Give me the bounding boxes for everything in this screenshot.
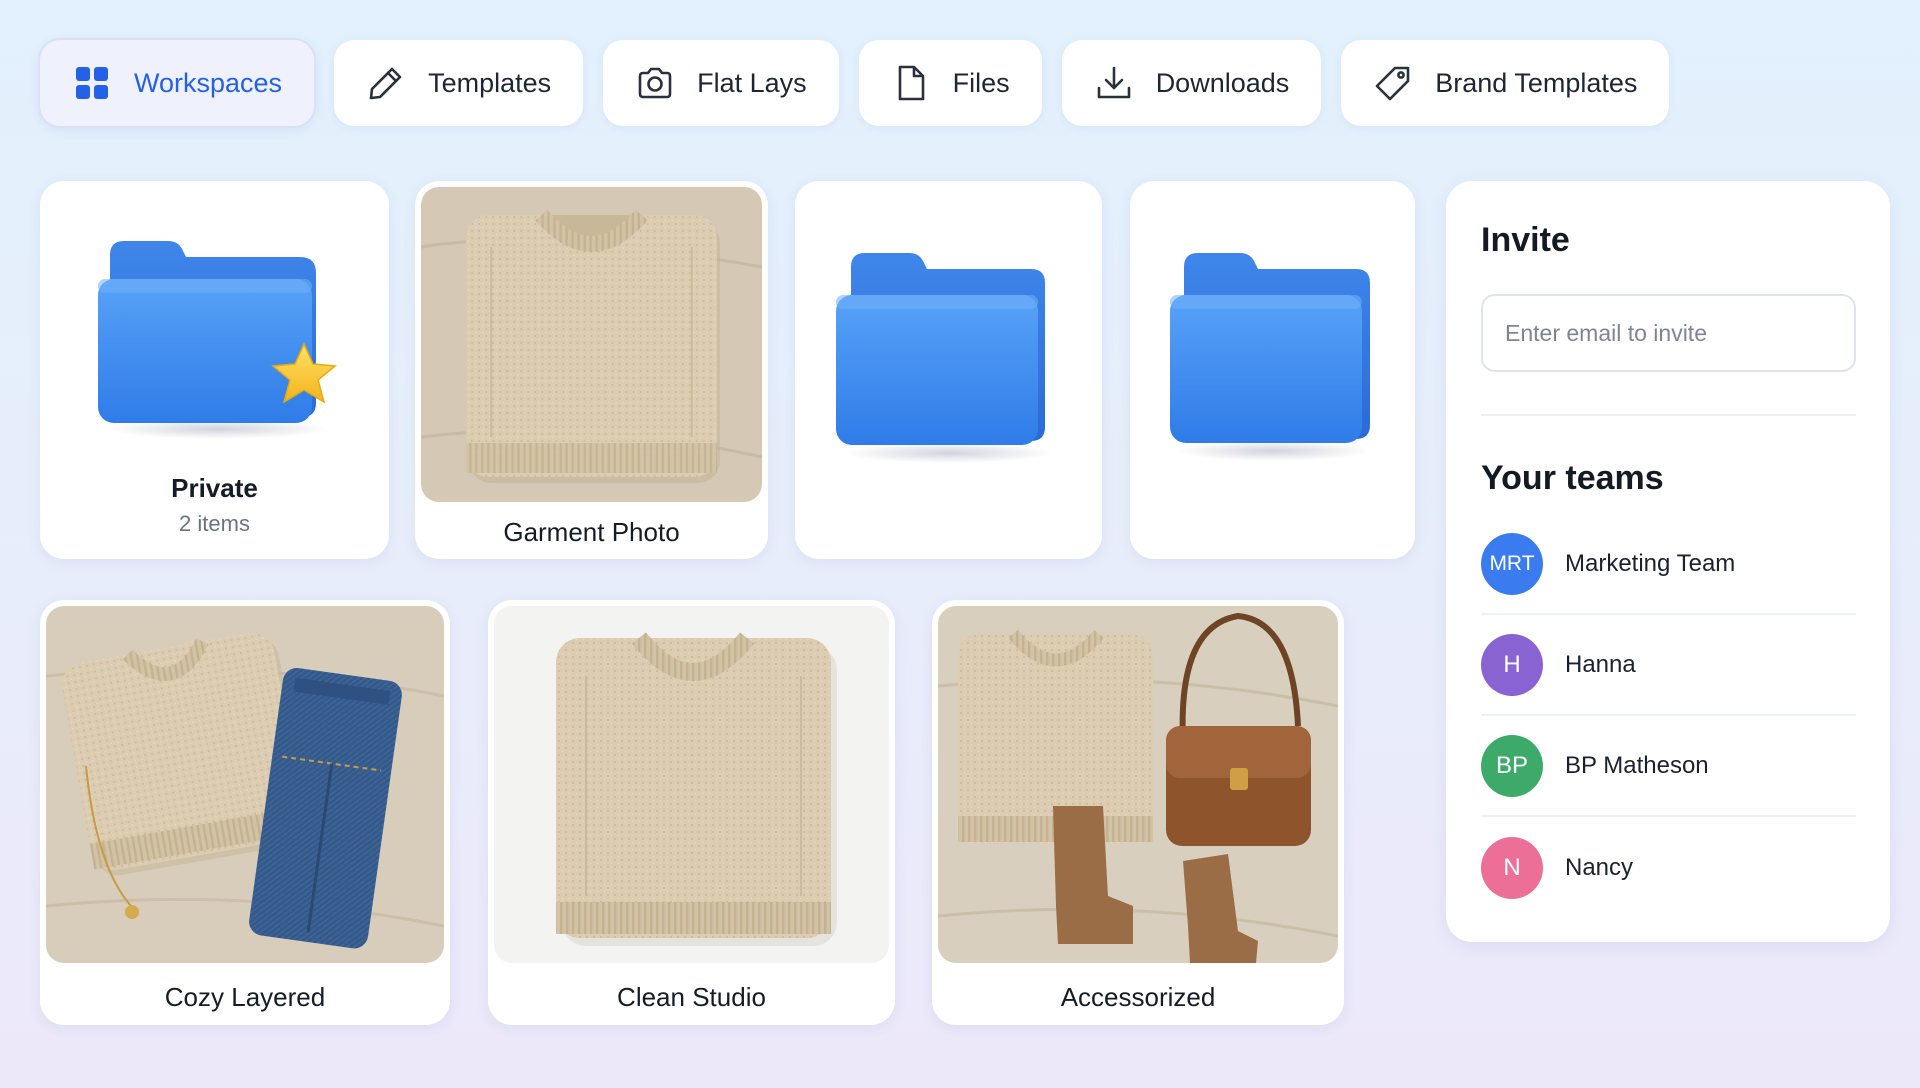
download-icon <box>1094 63 1134 103</box>
sweater-jeans-photo <box>46 606 444 963</box>
tab-files[interactable]: Files <box>858 40 1042 126</box>
invite-title: Invite <box>1481 221 1570 259</box>
team-item-hanna[interactable]: H Hanna <box>1481 615 1856 716</box>
photo-label: Clean Studio <box>617 982 766 1012</box>
team-item-bp-matheson[interactable]: BP BP Matheson <box>1481 716 1856 817</box>
folder-item-count: 2 items <box>179 511 250 536</box>
tag-icon <box>1373 63 1413 103</box>
avatar-initials: N <box>1503 853 1521 881</box>
folder-icon <box>1166 243 1380 463</box>
tab-label: Workspaces <box>134 67 283 98</box>
photo-card-garment-photo[interactable]: Garment Photo <box>415 181 768 559</box>
tab-flat-lays[interactable]: Flat Lays <box>603 40 839 126</box>
photo-card-accessorized[interactable]: Accessorized <box>932 600 1344 1025</box>
tab-label: Flat Lays <box>697 67 807 98</box>
tab-downloads[interactable]: Downloads <box>1061 40 1322 126</box>
folder-card[interactable] <box>1130 181 1415 559</box>
avatar: BP <box>1481 734 1543 797</box>
tab-label: Brand Templates <box>1435 67 1638 98</box>
team-name: Nancy <box>1565 853 1634 881</box>
folder-icon <box>831 243 1067 465</box>
photo-card-cozy-layered[interactable]: Cozy Layered <box>40 600 450 1025</box>
tab-workspaces[interactable]: Workspaces <box>40 40 315 126</box>
camera-icon <box>635 63 675 103</box>
photo-label: Garment Photo <box>503 517 680 547</box>
sweater-photo <box>421 187 762 502</box>
panel-divider <box>1481 414 1856 416</box>
workspace-tab-bar: Workspaces Templates Flat Lays Files Dow… <box>40 40 1670 126</box>
sweater-studio-photo <box>494 606 889 963</box>
folder-name: Private <box>171 473 258 503</box>
tab-brand-templates[interactable]: Brand Templates <box>1341 40 1670 126</box>
tab-label: Files <box>952 67 1010 98</box>
avatar-initials: MRT <box>1489 551 1535 575</box>
folder-card[interactable] <box>795 181 1102 559</box>
team-name: Hanna <box>1565 650 1636 678</box>
tab-label: Downloads <box>1155 67 1290 98</box>
photo-card-clean-studio[interactable]: Clean Studio <box>488 600 895 1025</box>
tab-templates[interactable]: Templates <box>334 40 584 126</box>
file-icon <box>891 63 931 103</box>
avatar: N <box>1481 836 1543 899</box>
team-name: BP Matheson <box>1565 751 1709 779</box>
photo-label: Accessorized <box>1060 982 1216 1012</box>
starred-folder-icon <box>88 233 348 443</box>
team-item-nancy[interactable]: N Nancy <box>1481 817 1856 918</box>
invite-email-input[interactable] <box>1481 294 1856 372</box>
sweater-accessories-photo <box>938 606 1338 963</box>
folder-card-private[interactable]: Private 2 items <box>40 181 389 559</box>
grid-icon <box>72 63 112 103</box>
teams-title: Your teams <box>1481 459 1664 497</box>
avatar-initials: H <box>1503 650 1521 678</box>
avatar-initials: BP <box>1495 751 1528 779</box>
avatar: H <box>1481 633 1543 696</box>
avatar: MRT <box>1481 532 1543 595</box>
team-name: Marketing Team <box>1565 549 1736 577</box>
team-item-marketing-team[interactable]: MRT Marketing Team <box>1481 514 1856 615</box>
pencil-icon <box>366 63 406 103</box>
invite-panel: Invite Your teams MRT Marketing Team H H… <box>1446 181 1890 942</box>
photo-label: Cozy Layered <box>164 982 326 1012</box>
tab-label: Templates <box>428 67 552 98</box>
